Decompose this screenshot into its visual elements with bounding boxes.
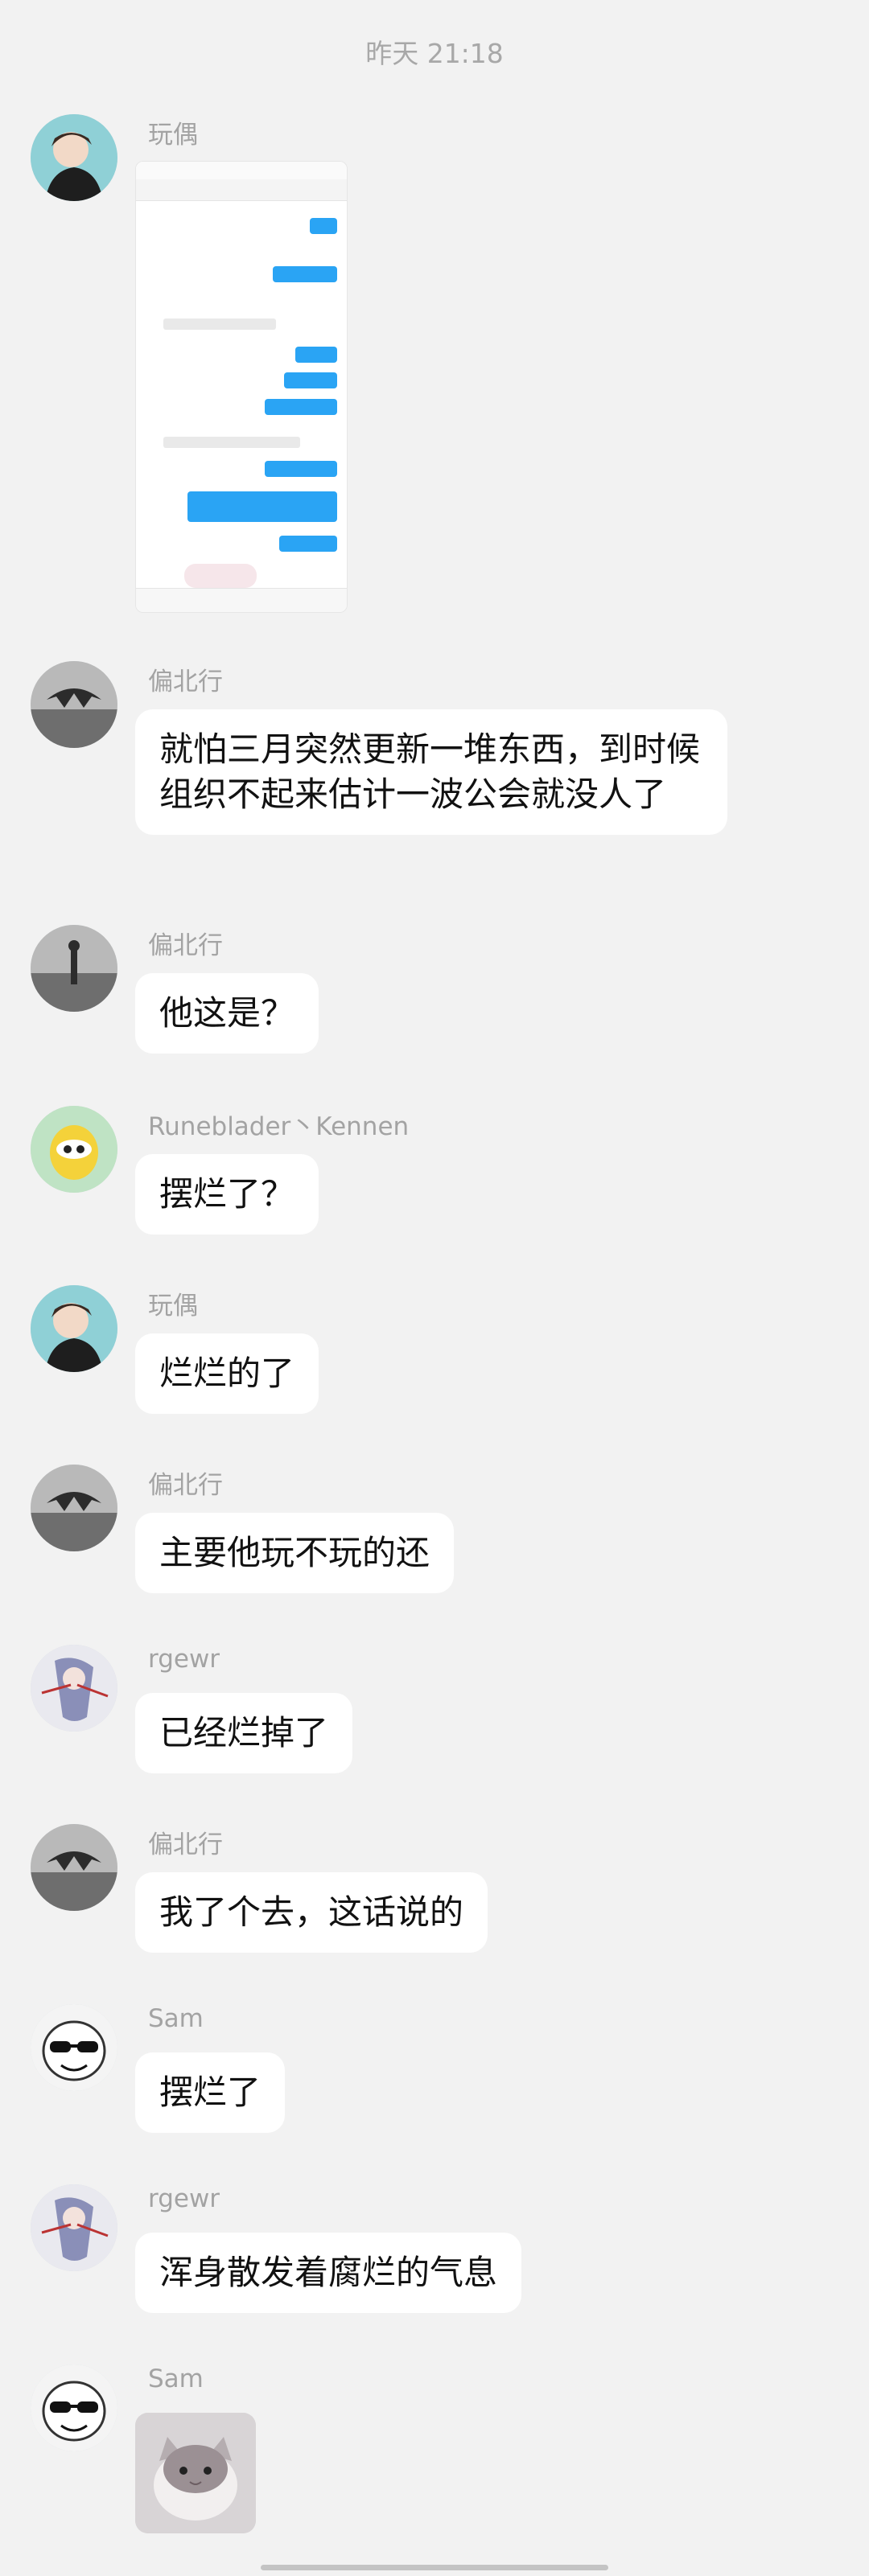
chat-timestamp: 昨天 21:18 — [365, 38, 504, 69]
dark-crest-avatar[interactable] — [31, 1824, 117, 1911]
chat-message: rgewr 浑身散发着腐烂的气息 — [31, 2184, 838, 2329]
message-bubble[interactable]: 就怕三月突然更新一堆东西，到时候组织不起来估计一波公会就没人了 — [135, 709, 727, 835]
chat-message: Runeblader丶Kennen 摆烂了？ — [31, 1106, 838, 1251]
sunglasses-meme-avatar[interactable] — [31, 2364, 117, 2451]
home-indicator[interactable] — [261, 2565, 608, 2570]
sender-name: 偏北行 — [148, 1830, 223, 1859]
sender-name: 玩偶 — [148, 121, 198, 150]
dark-crest-avatar[interactable] — [31, 925, 117, 1012]
sender-name: Sam — [148, 2004, 204, 2033]
sunglasses-meme-avatar[interactable] — [31, 2004, 117, 2091]
anime-boy-avatar[interactable] — [31, 114, 117, 201]
message-bubble[interactable]: 浑身散发着腐烂的气息 — [135, 2233, 522, 2313]
message-bubble[interactable]: 他这是？ — [135, 973, 319, 1054]
message-bubble[interactable]: 烂烂的了 — [135, 1333, 319, 1414]
message-bubble[interactable]: 主要他玩不玩的还 — [135, 1513, 455, 1593]
yellow-creature-avatar[interactable] — [31, 1106, 117, 1193]
sender-name: 偏北行 — [148, 1471, 223, 1500]
anime-girl-avatar[interactable] — [31, 1645, 117, 1732]
sender-name: rgewr — [148, 2184, 220, 2213]
sender-name: Runeblader丶Kennen — [148, 1112, 410, 1141]
chat-message: 偏北行 就怕三月突然更新一堆东西，到时候组织不起来估计一波公会就没人了 — [31, 661, 838, 886]
sender-name: Sam — [148, 2364, 204, 2393]
chat-message: 玩偶 烂烂的了 — [31, 1285, 838, 1430]
chat-message: rgewr 已经烂掉了 — [31, 1645, 838, 1789]
anime-girl-avatar[interactable] — [31, 2184, 117, 2271]
chat-message: Sam 摆烂了 — [31, 2004, 838, 2149]
chat-message: 偏北行 主要他玩不玩的还 — [31, 1465, 838, 1609]
sender-name: 偏北行 — [148, 668, 223, 696]
message-bubble[interactable]: 摆烂了 — [135, 2052, 286, 2133]
dark-crest-avatar[interactable] — [31, 661, 117, 748]
sender-name: rgewr — [148, 1645, 220, 1674]
chat-message: 偏北行 我了个去，这话说的 — [31, 1824, 838, 1969]
chat-message: 偏北行 他这是？ — [31, 925, 838, 1070]
kitten-photo[interactable] — [135, 2413, 256, 2533]
anime-boy-avatar[interactable] — [31, 1285, 117, 1372]
shared-screenshot-image[interactable] — [135, 161, 348, 613]
sender-name: 偏北行 — [148, 931, 223, 960]
dark-crest-avatar[interactable] — [31, 1465, 117, 1551]
message-bubble[interactable]: 摆烂了？ — [135, 1154, 319, 1235]
sender-name: 玩偶 — [148, 1292, 198, 1321]
chat-message: Sam — [31, 2364, 838, 2541]
message-bubble[interactable]: 已经烂掉了 — [135, 1693, 353, 1773]
message-bubble[interactable]: 我了个去，这话说的 — [135, 1872, 488, 1953]
chat-message: 玩偶 — [31, 114, 838, 629]
